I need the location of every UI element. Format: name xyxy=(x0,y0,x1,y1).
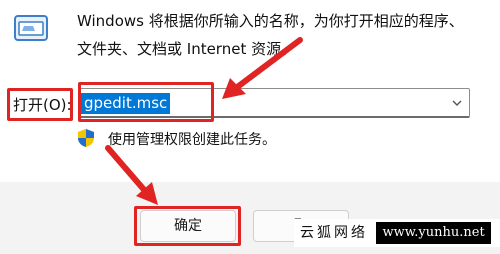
run-app-icon xyxy=(14,15,48,41)
dialog-description-line1: Windows 将根据你所输入的名称，为你打开相应的程序、 xyxy=(77,12,464,30)
watermark-right-text: www.yunhu.net xyxy=(376,222,491,244)
watermark-left-text: 云狐网络 xyxy=(300,225,368,241)
run-dialog: Windows 将根据你所输入的名称，为你打开相应的程序、 文件夹、文档或 In… xyxy=(0,0,500,254)
chevron-down-icon[interactable] xyxy=(451,97,463,109)
open-input-text[interactable]: gpedit.msc xyxy=(81,93,171,114)
ok-button[interactable]: 确定 xyxy=(140,210,236,242)
uac-shield-icon xyxy=(78,129,94,147)
open-label: 打开(O): xyxy=(13,96,72,114)
open-combobox[interactable]: gpedit.msc xyxy=(78,88,470,118)
dialog-description-line2: 文件夹、文档或 Internet 资源。 xyxy=(77,40,297,58)
watermark: 云狐网络 www.yunhu.net xyxy=(294,219,500,247)
admin-note: 使用管理权限创建此任务。 xyxy=(108,132,276,148)
